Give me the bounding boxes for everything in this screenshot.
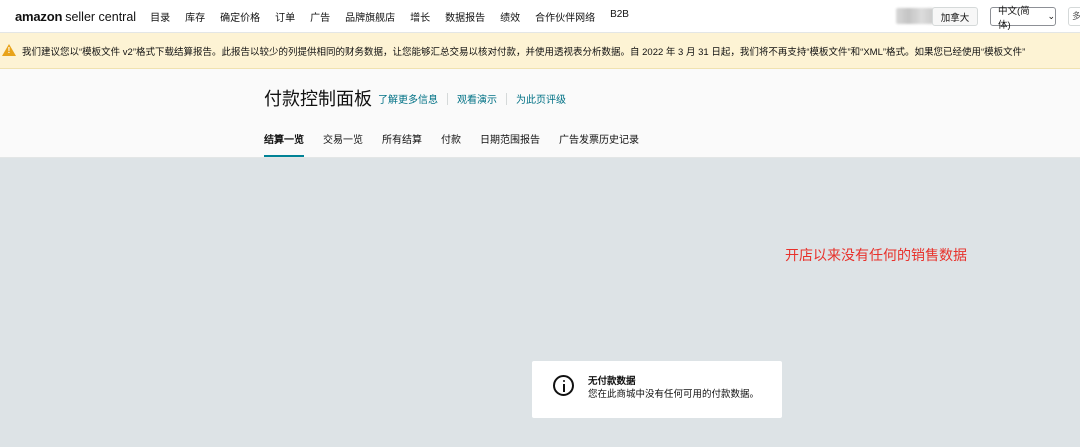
account-name-redacted[interactable] <box>896 8 934 24</box>
nav-item-pricing[interactable]: 确定价格 <box>220 9 260 24</box>
tab-date-range-reports[interactable]: 日期范围报告 <box>480 131 540 157</box>
tab-bar: 结算一览 交易一览 所有结算 付款 日期范围报告 广告发票历史记录 <box>264 131 658 157</box>
nav-item-b2b[interactable]: B2B <box>610 9 629 24</box>
warning-banner: ! 我们建议您以“模板文件 v2”格式下载结算报告。此报告以较少的列提供相同的财… <box>0 33 1080 69</box>
tab-ad-invoice-history[interactable]: 广告发票历史记录 <box>559 131 639 157</box>
language-select-value: 中文(简体) <box>998 5 1030 31</box>
tab-payments[interactable]: 付款 <box>441 131 461 157</box>
nav-menu: 目录 库存 确定价格 订单 广告 品牌旗舰店 增长 数据报告 绩效 合作伙伴网络… <box>150 9 644 24</box>
nav-item-performance[interactable]: 绩效 <box>500 9 520 24</box>
top-navigation: amazon seller central 目录 库存 确定价格 订单 广告 品… <box>0 0 1080 33</box>
warning-banner-text: 我们建议您以“模板文件 v2”格式下载结算报告。此报告以较少的列提供相同的财务数… <box>22 46 1026 58</box>
link-divider <box>447 92 448 105</box>
learn-more-link[interactable]: 了解更多信息 <box>378 91 438 106</box>
empty-state-card: 无付款数据 您在此商城中没有任何可用的付款数据。 <box>532 361 782 418</box>
info-icon <box>553 375 574 396</box>
language-select[interactable]: 中文(简体) ⌄ <box>990 6 1056 31</box>
marketplace-switcher[interactable]: 加拿大 <box>932 7 978 26</box>
nav-item-partner-network[interactable]: 合作伙伴网络 <box>535 9 595 24</box>
watch-demo-link[interactable]: 观看演示 <box>457 91 497 106</box>
nav-item-reports[interactable]: 数据报告 <box>445 9 485 24</box>
chevron-down-icon: ⌄ <box>1047 11 1055 21</box>
amazon-seller-central-logo[interactable]: amazon seller central <box>15 9 136 24</box>
empty-state-title: 无付款数据 <box>588 376 636 387</box>
logo-amazon-text: amazon <box>15 8 63 24</box>
annotation-text: 开店以来没有任何的销售数据 <box>785 247 967 263</box>
nav-item-stores[interactable]: 品牌旗舰店 <box>345 9 395 24</box>
nav-item-orders[interactable]: 订单 <box>275 9 295 24</box>
logo-seller-central-text: seller central <box>65 9 137 24</box>
nav-item-inventory[interactable]: 库存 <box>185 9 205 24</box>
header-links: 了解更多信息 观看演示 为此页评级 <box>378 91 566 106</box>
link-divider <box>506 92 507 105</box>
tab-transaction-summary[interactable]: 交易一览 <box>323 131 363 157</box>
tab-settlement-summary[interactable]: 结算一览 <box>264 131 304 157</box>
rate-page-link[interactable]: 为此页评级 <box>516 91 566 106</box>
settings-partial-button[interactable]: 多 <box>1068 7 1080 26</box>
empty-state-description: 您在此商城中没有任何可用的付款数据。 <box>588 389 760 400</box>
page-header: 付款控制面板 了解更多信息 观看演示 为此页评级 结算一览 交易一览 所有结算 … <box>0 69 1080 158</box>
nav-item-growth[interactable]: 增长 <box>410 9 430 24</box>
nav-item-catalog[interactable]: 目录 <box>150 9 170 24</box>
warning-icon: ! <box>2 44 16 57</box>
tab-all-settlements[interactable]: 所有结算 <box>382 131 422 157</box>
nav-item-advertising[interactable]: 广告 <box>310 9 330 24</box>
page-title: 付款控制面板 <box>264 89 372 109</box>
